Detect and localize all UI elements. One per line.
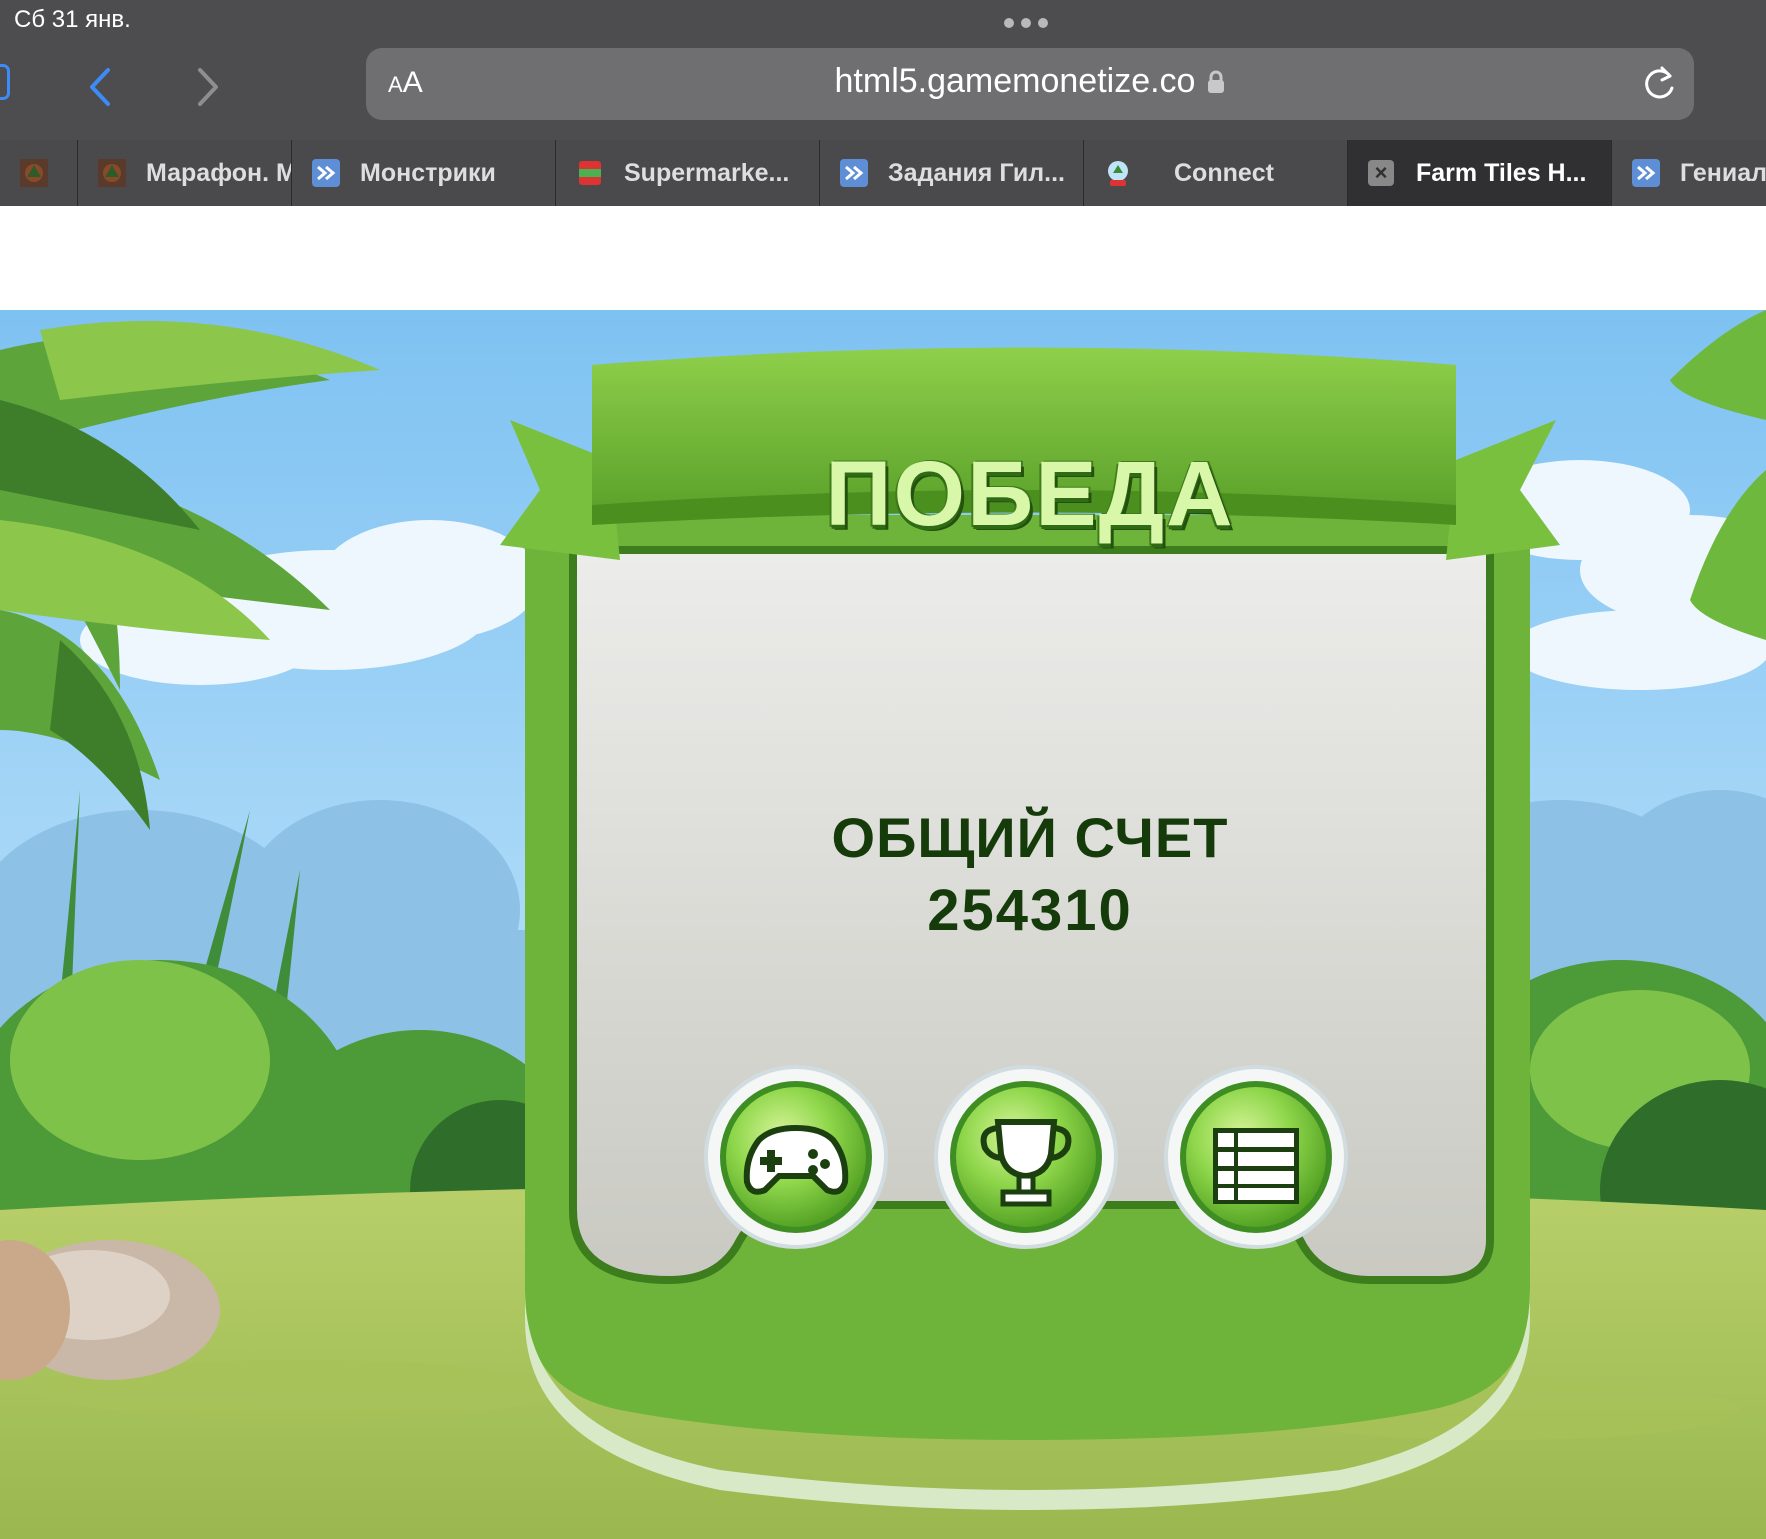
leaderboard-button[interactable] (931, 1062, 1121, 1246)
multitasking-dots-icon[interactable] (1004, 18, 1048, 28)
url-field[interactable]: html5.gamemonetize.co (366, 62, 1694, 101)
game-thumbnail-icon (98, 159, 126, 187)
game-canvas[interactable]: ПОБЕДА ОБЩИЙ СЧЕТ 254310 (0, 310, 1766, 1539)
tab-1[interactable] (0, 140, 78, 206)
tab-7-active[interactable]: × Farm Tiles H... (1348, 140, 1612, 206)
tab-label: Supermarke... (624, 158, 790, 187)
trophy-icon (980, 1119, 1072, 1207)
status-date: Сб 31 янв. (14, 6, 131, 33)
status-bar: Сб 31 янв. (0, 0, 1766, 44)
tab-label: Задания Гил... (888, 158, 1065, 187)
lock-icon (1208, 70, 1225, 93)
tab-label: Марафон. М (146, 158, 292, 187)
reload-icon[interactable] (1640, 64, 1678, 104)
back-icon[interactable] (82, 62, 122, 112)
arrows-favicon-icon (312, 159, 340, 187)
victory-title: ПОБЕДА (825, 443, 1235, 545)
peas-can-favicon-icon (579, 161, 601, 185)
play-button[interactable] (701, 1062, 891, 1246)
tab-label: Монстрики (360, 158, 496, 187)
list-icon (1213, 1128, 1299, 1204)
snow-globe-favicon-icon (1108, 161, 1128, 186)
menu-button[interactable] (1161, 1062, 1351, 1246)
gamepad-icon (743, 1124, 849, 1195)
tab-bar: Марафон. М Монстрики Supermarke... Задан… (0, 140, 1766, 206)
tab-4[interactable]: Supermarke... (556, 140, 820, 206)
tab-6[interactable]: Connect (1084, 140, 1348, 206)
tab-8[interactable]: Гениал (1612, 140, 1766, 206)
tab-label: Farm Tiles H... (1416, 158, 1587, 187)
forward-icon[interactable] (186, 62, 226, 112)
sidebar-icon[interactable] (0, 64, 10, 100)
url-text: html5.gamemonetize.co (834, 62, 1196, 100)
total-score-value: 254310 (927, 878, 1133, 943)
page-top-spacer (0, 206, 1766, 310)
browser-toolbar: AA html5.gamemonetize.co (0, 44, 1766, 140)
address-bar[interactable]: AA html5.gamemonetize.co (366, 48, 1694, 120)
game-thumbnail-icon (20, 159, 48, 187)
tab-label: Connect (1174, 158, 1274, 187)
total-score-label: ОБЩИЙ СЧЕТ (831, 806, 1229, 869)
tab-3[interactable]: Монстрики (292, 140, 556, 206)
arrows-favicon-icon (1632, 159, 1660, 187)
close-icon[interactable]: × (1368, 160, 1394, 186)
arrows-favicon-icon (840, 159, 868, 187)
tab-5[interactable]: Задания Гил... (820, 140, 1084, 206)
tab-2[interactable]: Марафон. М (78, 140, 292, 206)
tab-label: Гениал (1680, 158, 1766, 187)
